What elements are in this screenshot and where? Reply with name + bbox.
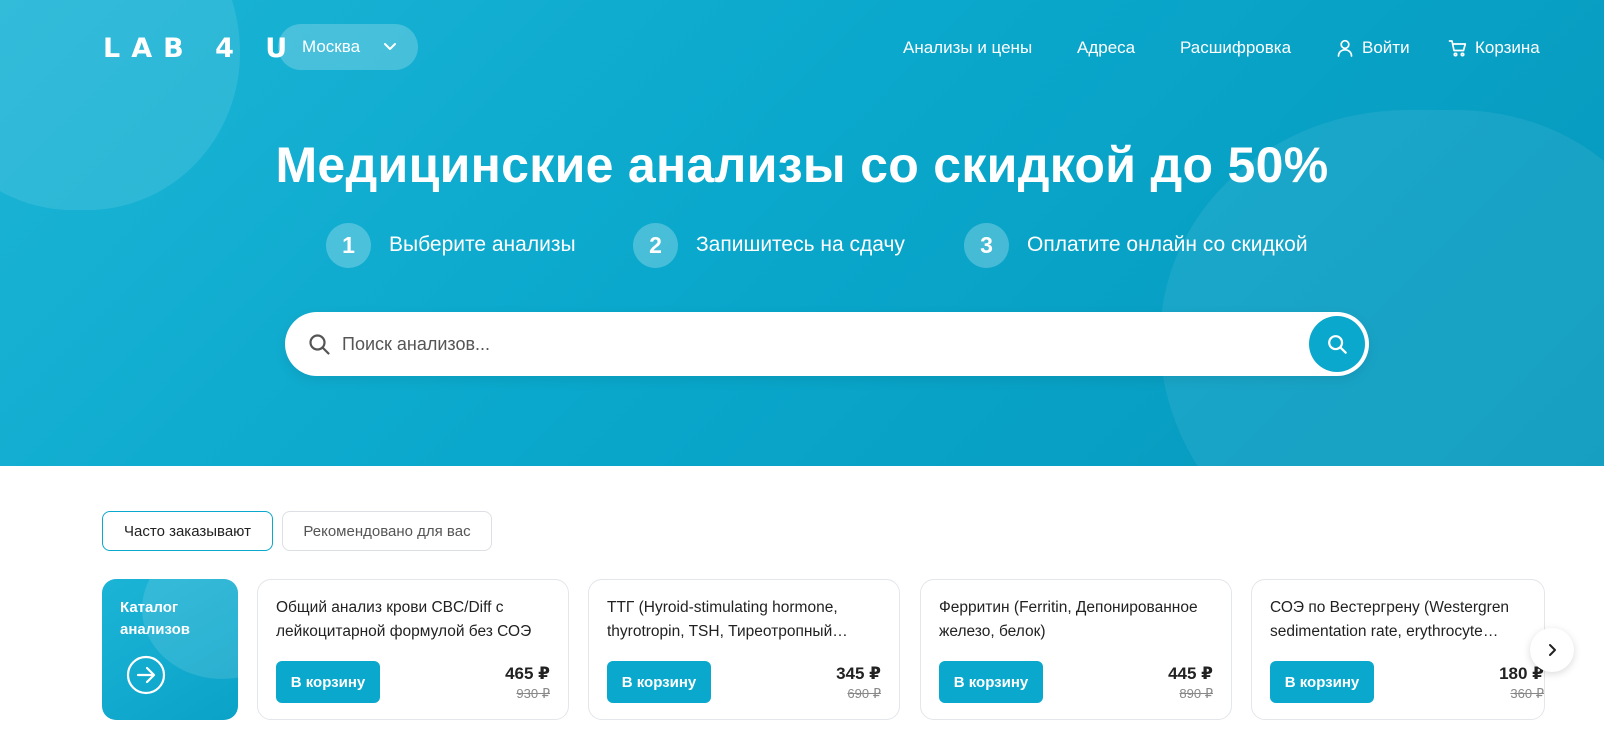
tab-frequently-ordered[interactable]: Часто заказывают — [102, 511, 273, 551]
product-name[interactable]: Общий анализ крови CBC/Diff с лейкоцитар… — [276, 596, 552, 644]
city-selector[interactable]: Москва — [278, 24, 418, 70]
add-to-cart-button[interactable]: В корзину — [607, 661, 711, 703]
product-price: 345 ₽ — [836, 664, 881, 683]
product-price: 445 ₽ — [1168, 664, 1213, 683]
nav-login[interactable]: Войти — [1335, 36, 1410, 60]
step-2: 2 Запишитесь на сдачу — [633, 222, 905, 268]
user-icon — [1337, 39, 1353, 57]
product-card[interactable]: Ферритин (Ferritin, Депонированное желез… — [920, 579, 1232, 720]
step-number: 2 — [633, 222, 678, 268]
product-card[interactable]: СОЭ по Вестергрену (Westergren sedimenta… — [1251, 579, 1545, 720]
search-bar — [285, 312, 1369, 376]
add-to-cart-button[interactable]: В корзину — [276, 661, 380, 703]
nav-tests[interactable]: Анализы и цены — [903, 36, 1032, 60]
hero-banner: LAB 4 U Москва Анализы и цены Адреса Рас… — [0, 0, 1604, 466]
step-label: Выберите анализы — [389, 233, 576, 256]
carousel-next-button[interactable] — [1530, 628, 1574, 672]
product-old-price: 360 ₽ — [1510, 686, 1544, 701]
step-number: 1 — [326, 222, 371, 268]
search-input[interactable] — [342, 326, 1262, 362]
product-name[interactable]: ТТГ (Hyroid-stimulating hormone, thyrotr… — [607, 596, 883, 644]
product-card[interactable]: Общий анализ крови CBC/Diff с лейкоцитар… — [257, 579, 569, 720]
search-icon — [1328, 335, 1347, 354]
step-3: 3 Оплатите онлайн со скидкой — [964, 222, 1308, 268]
product-old-price: 930 ₽ — [516, 686, 550, 701]
step-label: Оплатите онлайн со скидкой — [1027, 233, 1308, 256]
nav-tests-label: Анализы и цены — [903, 38, 1033, 57]
catalog-label: Каталог анализов — [120, 599, 190, 638]
product-name[interactable]: СОЭ по Вестергрену (Westergren sedimenta… — [1270, 596, 1544, 644]
logo[interactable]: LAB 4 U — [103, 33, 298, 64]
product-card[interactable]: ТТГ (Hyroid-stimulating hormone, thyrotr… — [588, 579, 900, 720]
nav-addresses[interactable]: Адреса — [1077, 36, 1135, 60]
chevron-down-icon — [384, 43, 396, 50]
search-button[interactable] — [1309, 316, 1365, 372]
city-label: Москва — [302, 37, 361, 56]
nav-decoding[interactable]: Расшифровка — [1180, 36, 1291, 60]
step-number: 3 — [964, 222, 1009, 268]
nav-login-label: Войти — [1362, 38, 1410, 57]
add-to-cart-button[interactable]: В корзину — [1270, 661, 1374, 703]
product-price: 465 ₽ — [505, 664, 550, 683]
step-1: 1 Выберите анализы — [326, 222, 576, 268]
product-name[interactable]: Ферритин (Ferritin, Депонированное желез… — [939, 596, 1215, 644]
product-old-price: 690 ₽ — [847, 686, 881, 701]
chevron-right-icon — [1549, 644, 1556, 656]
nav-cart-label: Корзина — [1475, 38, 1540, 57]
nav-decoding-label: Расшифровка — [1180, 38, 1292, 57]
page-title: Медицинские анализы со скидкой до 50% — [275, 137, 1329, 193]
tab-recommended[interactable]: Рекомендовано для вас — [282, 511, 492, 551]
add-to-cart-button[interactable]: В корзину — [939, 661, 1043, 703]
product-old-price: 890 ₽ — [1179, 686, 1213, 701]
search-icon — [309, 334, 330, 355]
catalog-card[interactable]: Каталог анализов — [102, 579, 238, 720]
nav-addresses-label: Адреса — [1077, 38, 1136, 57]
cart-icon — [1448, 40, 1467, 57]
step-label: Запишитесь на сдачу — [696, 233, 905, 256]
nav-cart[interactable]: Корзина — [1448, 36, 1540, 60]
arrow-right-circle-icon — [126, 655, 166, 695]
